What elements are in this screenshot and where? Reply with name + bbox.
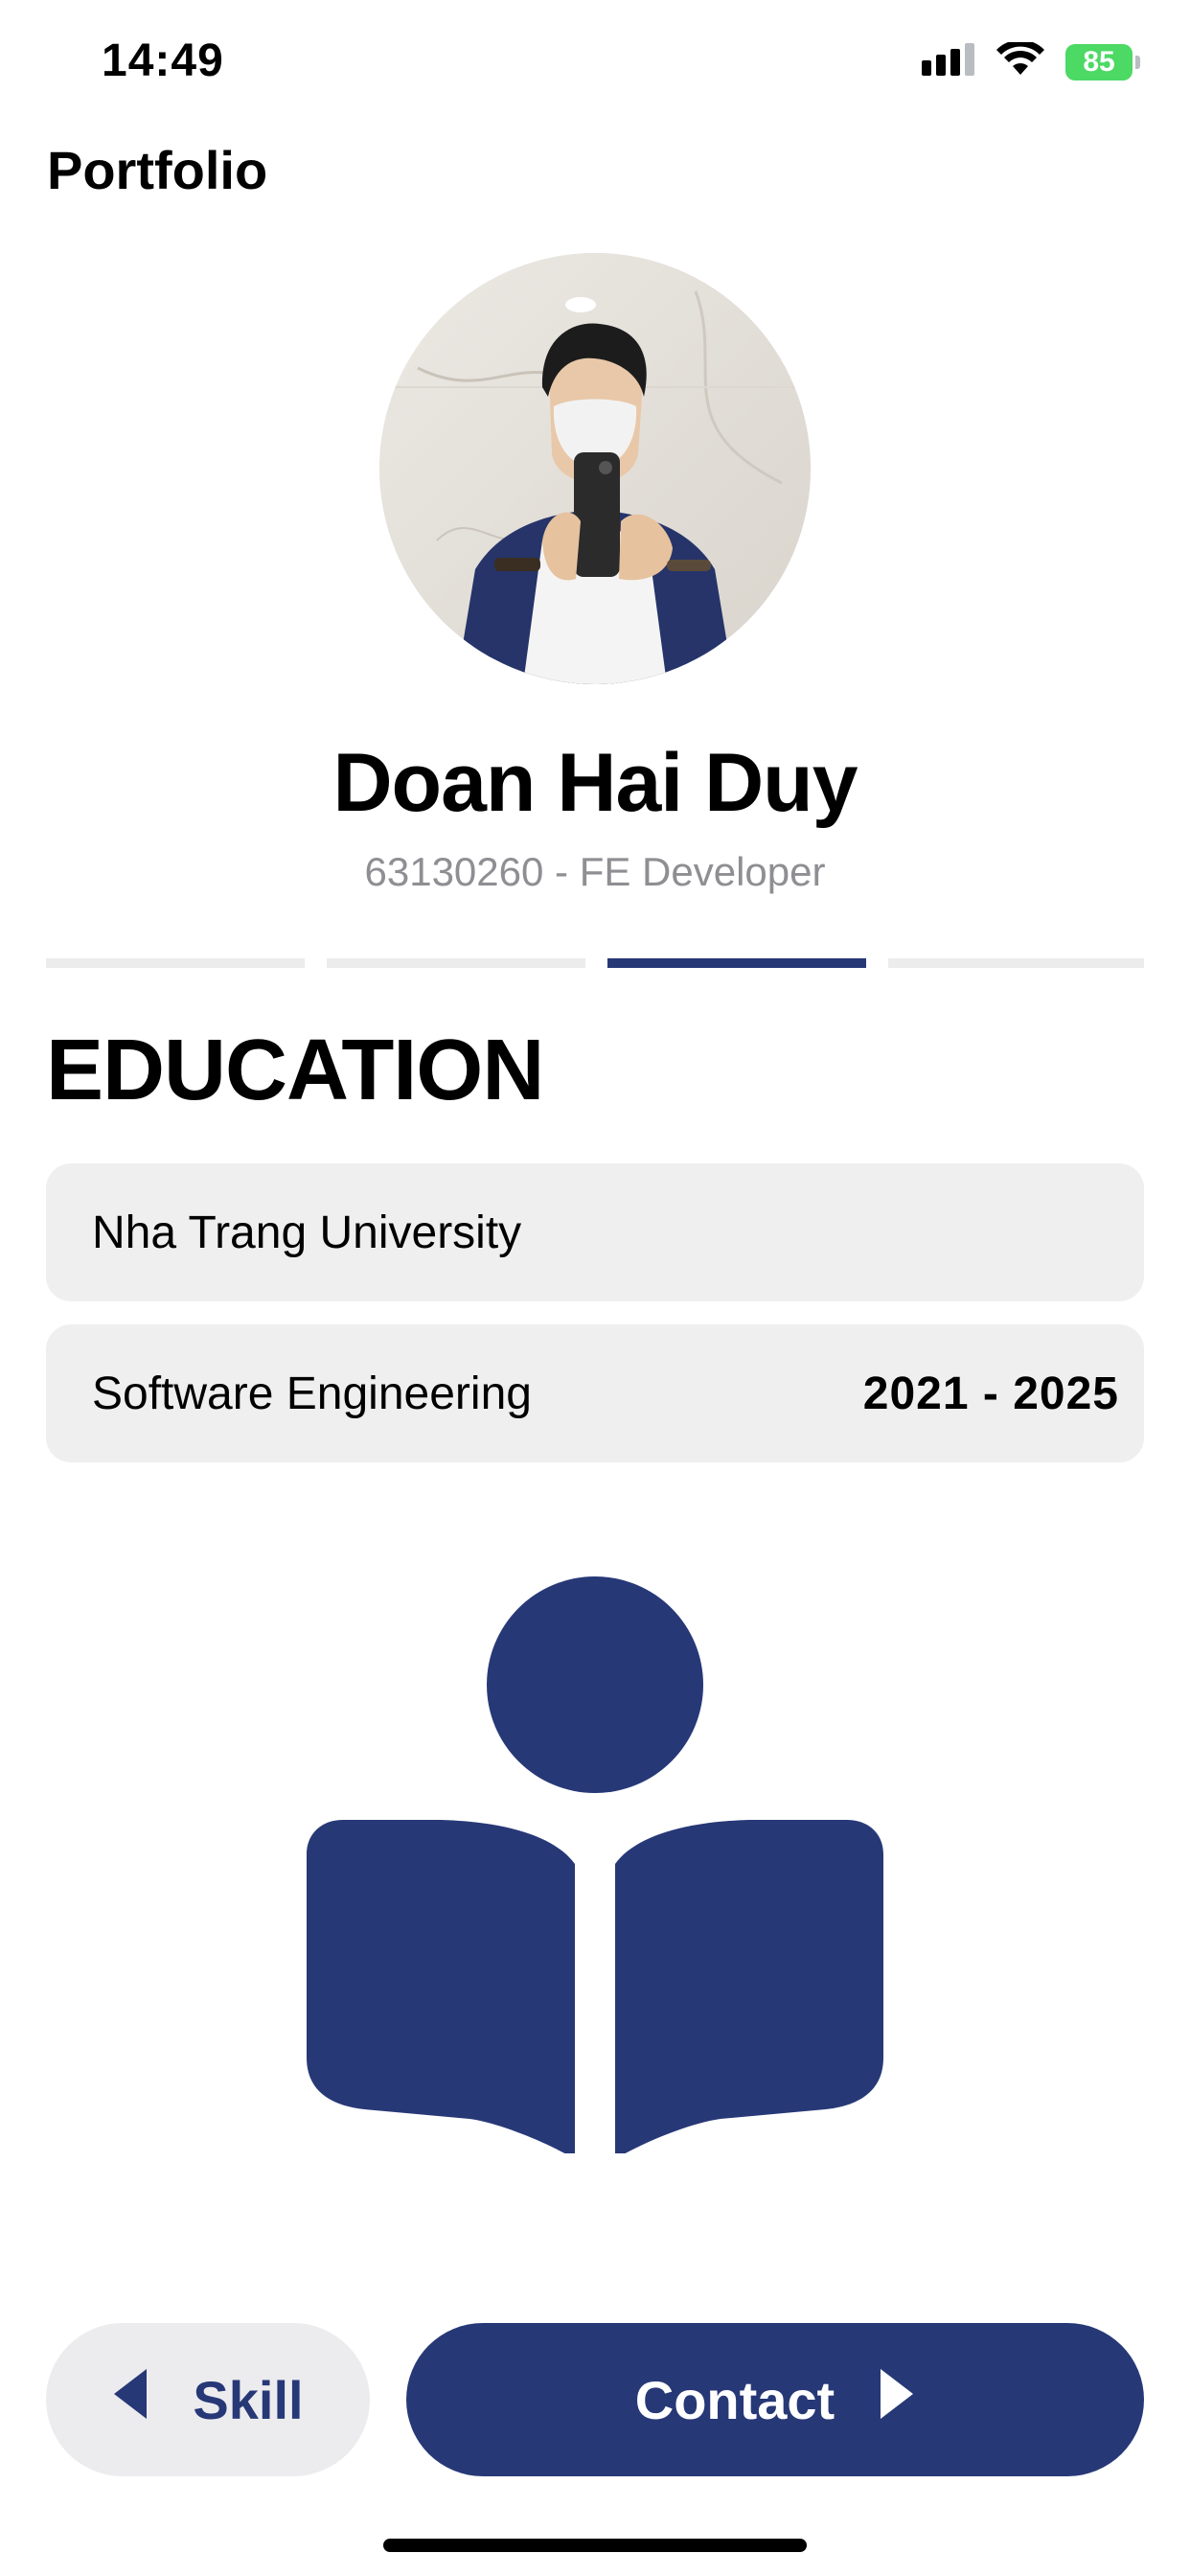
status-icons: 85 — [922, 39, 1140, 81]
profile-name: Doan Hai Duy — [332, 737, 858, 829]
education-major-card: Software Engineering 2021 - 2025 — [46, 1324, 1144, 1462]
chevron-right-icon — [877, 2367, 915, 2433]
reading-person-icon — [307, 1576, 883, 2159]
major-name: Software Engineering — [92, 1368, 532, 1419]
home-indicator[interactable] — [383, 2539, 807, 2552]
battery-icon: 85 — [1065, 43, 1140, 80]
back-button[interactable]: Skill — [46, 2323, 370, 2476]
profile-subtitle: 63130260 - FE Developer — [364, 849, 826, 894]
progress-segment-4 — [888, 958, 1144, 968]
next-button-label: Contact — [634, 2369, 835, 2430]
study-years: 2021 - 2025 — [862, 1368, 1119, 1419]
progress-segment-2 — [327, 958, 585, 968]
back-button-label: Skill — [193, 2369, 304, 2430]
avatar — [379, 253, 811, 684]
progress-segment-3 — [607, 958, 866, 968]
next-button[interactable]: Contact — [406, 2323, 1144, 2476]
battery-level: 85 — [1083, 45, 1115, 78]
progress-segment-1 — [46, 958, 305, 968]
step-progress-indicator — [46, 958, 1144, 968]
chevron-left-icon — [112, 2367, 150, 2433]
portfolio-screen: 14:49 85 Portfolio Doan Hai Duy 63130260… — [0, 0, 1190, 2576]
cellular-signal-icon — [922, 43, 975, 80]
school-name: Nha Trang University — [92, 1207, 522, 1258]
section-title: EDUCATION — [46, 1023, 544, 1118]
education-school-card: Nha Trang University — [46, 1163, 1144, 1301]
status-time: 14:49 — [102, 35, 224, 86]
wifi-icon — [996, 39, 1044, 81]
page-title: Portfolio — [47, 140, 268, 200]
